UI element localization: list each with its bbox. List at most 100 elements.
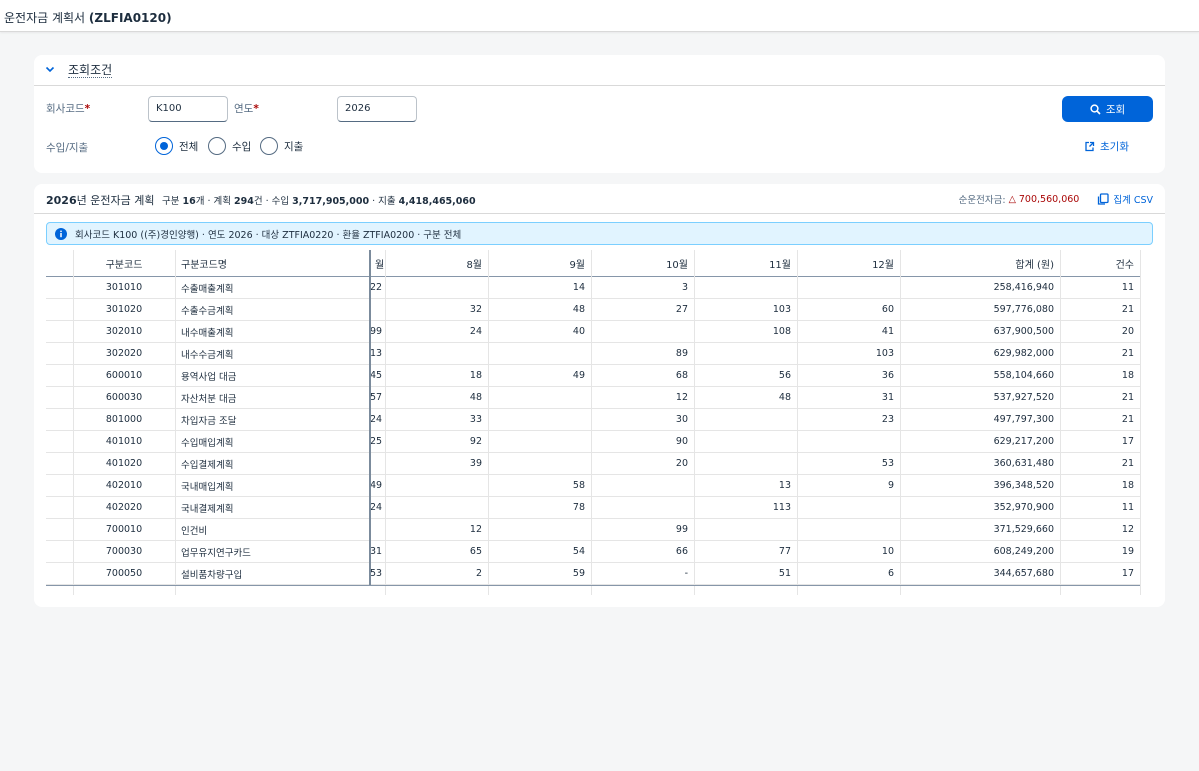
reset-button[interactable]: 초기화	[1084, 139, 1129, 154]
column-header-count[interactable]: 건수	[1060, 250, 1140, 276]
cell-m9: 49	[572, 370, 585, 381]
column-header-month-12[interactable]: 12월	[797, 250, 900, 276]
radio-expense-label: 지출	[284, 140, 304, 153]
column-header-total[interactable]: 합계 (원)	[900, 250, 1060, 276]
cell-name: 차입자금 조달	[181, 415, 237, 427]
summary-text: 구분	[161, 196, 183, 207]
required-mark: *	[253, 103, 259, 115]
cell-m7: 13	[370, 348, 383, 359]
net-working-capital-label: 순운전자금:	[958, 195, 1006, 206]
filter-panel-header[interactable]: 조회조건	[34, 55, 1165, 86]
cell-count: 20	[1121, 326, 1134, 337]
cell-m7	[369, 453, 385, 474]
cell-name: 내수매출계획	[181, 327, 234, 339]
table-row[interactable]: 801000 차입자금 조달 24 33 30 23 497,797,300 21	[46, 409, 1140, 431]
radio-all-circle[interactable]	[155, 137, 173, 155]
shell-header: 운전자금 계획서 (ZLFIA0120)	[0, 0, 1199, 32]
cell-m11: 56	[778, 370, 791, 381]
cell-code: 302020	[105, 348, 143, 359]
filter-panel: 조회조건 회사코드* K100 연도* 2026 수입/지출 전체 수입 지출 …	[34, 55, 1165, 173]
cell-count: 17	[1121, 436, 1134, 447]
table-row[interactable]: 302020 내수수금계획 13 89 103 629,982,000 21	[46, 343, 1140, 365]
summary-income: 3,717,905,000	[292, 196, 370, 207]
radio-expense[interactable]: 지출	[260, 137, 303, 155]
cell-m12: 36	[881, 370, 894, 381]
cell-m10	[591, 497, 694, 518]
cell-m10: 66	[675, 546, 688, 557]
column-header-code[interactable]: 구분코드	[73, 250, 175, 276]
cell-m10: 89	[675, 348, 688, 359]
cell-m10: 90	[675, 436, 688, 447]
cell-code: 401020	[105, 458, 143, 469]
cell-m11	[694, 453, 797, 474]
cell-m12: 10	[881, 546, 894, 557]
cell-m7: 22	[370, 282, 383, 293]
cell-name: 설비품차량구입	[181, 569, 243, 581]
cell-m10: 27	[675, 304, 688, 315]
cell-m12: 60	[881, 304, 894, 315]
cell-count: 21	[1121, 392, 1134, 403]
table-row[interactable]: 700030 업무유지연구카드 31 65 54 66 77 10 608,249,200 19	[46, 541, 1140, 563]
search-button[interactable]: 조회	[1062, 96, 1153, 122]
cell-m8: 65	[469, 546, 482, 557]
radio-all[interactable]: 전체	[155, 137, 198, 155]
column-header-month-7[interactable]: 월	[369, 250, 385, 276]
table-row[interactable]: 401010 수입매입계획 25 92 90 629,217,200 17	[46, 431, 1140, 453]
column-header-month-11[interactable]: 11월	[694, 250, 797, 276]
app-title: 운전자금 계획서 (ZLFIA0120)	[4, 9, 172, 26]
column-header-month-9[interactable]: 9월	[488, 250, 591, 276]
cell-m12: 9	[887, 480, 894, 491]
cell-m11: 103	[772, 304, 791, 315]
table-row[interactable]: 301020 수출수금계획 32 48 27 103 60 597,776,080 21	[46, 299, 1140, 321]
year-input[interactable]: 2026	[337, 96, 417, 122]
radio-income[interactable]: 수입	[208, 137, 251, 155]
column-divider	[591, 250, 592, 595]
cell-code: 301020	[105, 304, 143, 315]
table-row[interactable]: 600030 자산처분 대금 57 48 12 48 31 537,927,520 21	[46, 387, 1140, 409]
table-row[interactable]: 600010 용역사업 대금 45 18 49 68 56 36 558,104,660 18	[46, 365, 1140, 387]
table-row[interactable]: 402020 국내결제계획 24 78 113 352,970,900 11	[46, 497, 1140, 519]
column-header-month-10[interactable]: 10월	[591, 250, 694, 276]
frozen-column-divider[interactable]	[369, 250, 371, 585]
filter-panel-title[interactable]: 조회조건	[68, 63, 113, 78]
cell-m12: 41	[881, 326, 894, 337]
cell-m9	[488, 431, 591, 452]
column-header-month-8[interactable]: 8월	[385, 250, 488, 276]
table-row[interactable]: 401020 수입결제계획 39 20 53 360,631,480 21	[46, 453, 1140, 475]
company-code-input[interactable]: K100	[148, 96, 228, 122]
cell-name: 인건비	[181, 525, 208, 537]
cell-m9: 59	[572, 568, 585, 579]
chevron-down-icon[interactable]	[44, 63, 56, 75]
table-row[interactable]: 700010 인건비 12 99 371,529,660 12	[46, 519, 1140, 541]
search-button-label: 조회	[1105, 103, 1126, 116]
table-row[interactable]: 700050 설비품차량구입 53 2 59 - 51 6 344,657,680 17	[46, 563, 1140, 585]
app-title-code: (ZLFIA0120)	[88, 11, 172, 25]
cell-m8: 24	[469, 326, 482, 337]
column-header-name[interactable]: 구분코드명	[175, 250, 369, 276]
cell-count: 21	[1121, 304, 1134, 315]
copy-icon	[1098, 193, 1109, 205]
table-row[interactable]: 302010 내수매출계획 99 24 40 108 41 637,900,500 20	[46, 321, 1140, 343]
cell-count: 11	[1121, 282, 1134, 293]
radio-expense-circle[interactable]	[260, 137, 278, 155]
cell-name: 내수수금계획	[181, 349, 234, 361]
net-working-capital-value: △ 700,560,060	[1008, 193, 1080, 205]
cell-total: 497,797,300	[993, 414, 1054, 425]
table-row[interactable]: 402010 국내매입계획 49 58 13 9 396,348,520 18	[46, 475, 1140, 497]
cell-m11	[694, 519, 797, 540]
cell-m10: 99	[675, 524, 688, 535]
cell-total: 637,900,500	[993, 326, 1054, 337]
cell-m7: 24	[370, 414, 383, 425]
table-row[interactable]: 301010 수출매출계획 22 14 3 258,416,940 11	[46, 277, 1140, 299]
cell-name: 자산처분 대금	[181, 393, 237, 405]
cell-name: 국내매입계획	[181, 481, 234, 493]
cell-m12	[797, 497, 900, 518]
company-code-label-text: 회사코드	[46, 103, 85, 115]
cell-count: 12	[1121, 524, 1134, 535]
export-csv-button[interactable]: 집계 CSV	[1097, 192, 1153, 206]
cell-m10: 68	[675, 370, 688, 381]
radio-income-circle[interactable]	[208, 137, 226, 155]
info-text: 회사코드 K100 ((주)경인양행) · 연도 2026 · 대상 ZTFIA…	[75, 229, 462, 241]
table-summary: 구분 16개 · 계획 294건 · 수입 3,717,905,000 · 지출…	[162, 196, 476, 207]
info-icon	[55, 227, 67, 240]
